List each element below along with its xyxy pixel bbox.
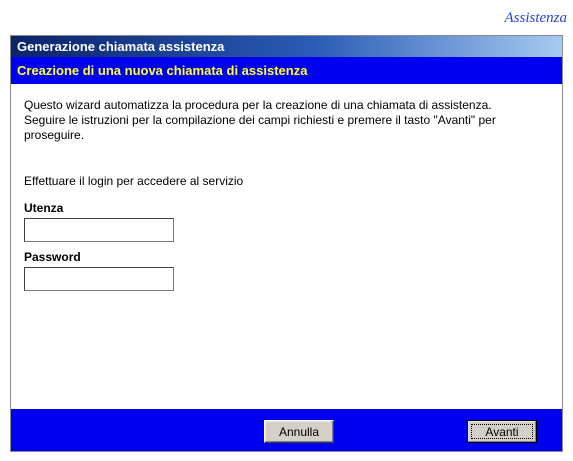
login-prompt: Effettuare il login per accedere al serv… bbox=[24, 174, 244, 188]
password-label: Password bbox=[24, 250, 81, 264]
next-button-label: Avanti bbox=[471, 424, 533, 439]
dialog-title: Generazione chiamata assistenza bbox=[17, 39, 225, 54]
intro-text-2: Seguire le istruzioni per la compilazion… bbox=[24, 113, 496, 142]
assistenza-link[interactable]: Assistenza bbox=[504, 10, 567, 27]
wizard-step-header: Creazione di una nuova chiamata di assis… bbox=[11, 57, 562, 84]
username-input[interactable] bbox=[24, 218, 174, 242]
wizard-dialog: Generazione chiamata assistenza Creazion… bbox=[10, 35, 563, 452]
cancel-button[interactable]: Annulla bbox=[264, 420, 334, 443]
username-label: Utenza bbox=[24, 201, 64, 215]
dialog-title-bar: Generazione chiamata assistenza bbox=[11, 36, 562, 57]
wizard-step-title: Creazione di una nuova chiamata di assis… bbox=[17, 63, 308, 78]
wizard-footer: Annulla Avanti bbox=[11, 409, 562, 451]
intro-text-1: Questo wizard automatizza la procedura p… bbox=[24, 98, 492, 112]
password-input[interactable] bbox=[24, 267, 174, 291]
next-button[interactable]: Avanti bbox=[467, 420, 537, 443]
wizard-content: Questo wizard automatizza la procedura p… bbox=[24, 98, 552, 291]
